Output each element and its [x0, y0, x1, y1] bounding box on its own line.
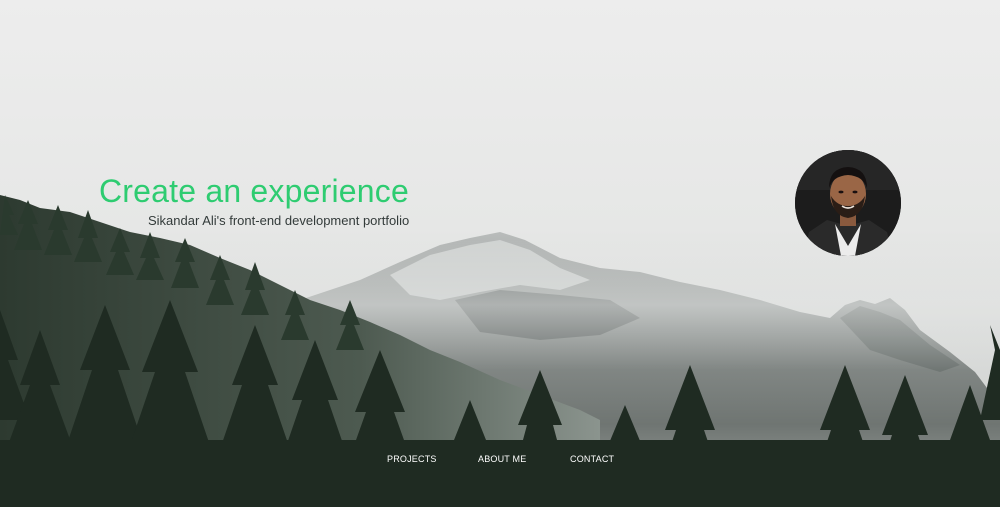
hero-section: Create an experience Sikandar Ali's fron… — [0, 0, 1000, 507]
main-nav: PROJECTS ABOUT ME CONTACT — [0, 454, 1000, 468]
nav-link-contact[interactable]: CONTACT — [570, 454, 614, 464]
nav-link-projects[interactable]: PROJECTS — [387, 454, 437, 464]
nav-link-about-me[interactable]: ABOUT ME — [478, 454, 526, 464]
hero-headline: Create an experience — [99, 173, 409, 209]
profile-avatar — [795, 150, 901, 256]
hero-tagline: Sikandar Ali's front-end development por… — [148, 213, 410, 228]
profile-photo — [795, 150, 901, 256]
